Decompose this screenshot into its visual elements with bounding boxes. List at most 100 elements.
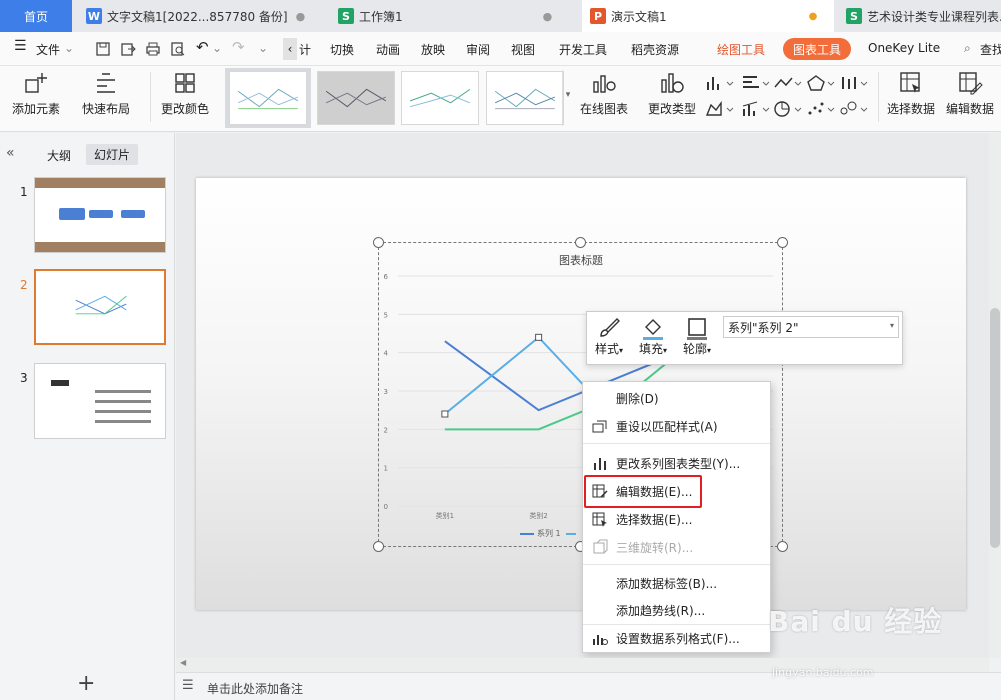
- tab-presentation1[interactable]: P 演示文稿1 ●: [582, 0, 834, 32]
- scroll-left-icon[interactable]: ◀: [180, 658, 186, 667]
- quick-layout-button[interactable]: 快速布局: [82, 70, 130, 117]
- tab-home[interactable]: 首页: [0, 0, 72, 32]
- fill-bucket-icon: [643, 319, 664, 340]
- slides-tab[interactable]: 幻灯片: [86, 144, 139, 165]
- online-chart-icon: [593, 75, 616, 93]
- tab-course-list-label: 艺术设计类专业课程列表.xl: [867, 9, 1001, 24]
- y-tick-label: 0: [384, 503, 388, 511]
- chevron-down-icon[interactable]: ⌄: [212, 41, 222, 55]
- vertical-scrollbar[interactable]: [989, 133, 1001, 658]
- change-type-button[interactable]: 更改类型: [648, 70, 696, 117]
- change-series-type-label: 更改系列图表类型(Y)...: [616, 456, 741, 471]
- export-icon[interactable]: [120, 41, 136, 57]
- format-series-label: 设置数据系列格式(F)...: [616, 631, 740, 646]
- hamburger-icon[interactable]: ☰: [14, 38, 27, 54]
- slide-thumbnail-3[interactable]: [34, 363, 166, 439]
- menu-design[interactable]: 计: [299, 41, 311, 58]
- divider: [878, 72, 879, 122]
- scatter-chart-icon[interactable]: [806, 100, 836, 118]
- online-chart-button[interactable]: 在线图表: [580, 70, 628, 117]
- tab-document1[interactable]: W 文字文稿1[2022...857780 备份] ●: [78, 0, 326, 32]
- outline-label: 轮廓▾: [683, 342, 712, 356]
- collapse-panel-icon[interactable]: «: [6, 145, 15, 161]
- format-mini-toolbar: 样式▾ 填充▾ 轮廓▾ 系列"系列 2" ▾: [586, 311, 903, 365]
- combo-chart-icon[interactable]: [741, 100, 771, 118]
- line-chart-icon[interactable]: [773, 74, 803, 92]
- radar-chart-icon[interactable]: [806, 74, 836, 92]
- menu-onekey[interactable]: OneKey Lite: [868, 41, 940, 55]
- series-select[interactable]: 系列"系列 2" ▾: [723, 316, 899, 338]
- select-data-item[interactable]: 选择数据(E)...: [583, 506, 770, 532]
- outline-button[interactable]: 轮廓▾: [683, 316, 711, 357]
- thumb-line: [95, 410, 151, 413]
- add-element-button[interactable]: 添加元素: [12, 70, 60, 117]
- menu-view[interactable]: 视图: [511, 41, 535, 58]
- notes-placeholder: 单击此处添加备注: [207, 682, 304, 696]
- bubble-chart-icon[interactable]: [839, 100, 869, 118]
- chart-style-2[interactable]: [317, 71, 395, 125]
- chart-style-4[interactable]: [486, 71, 564, 125]
- fill-button[interactable]: 填充▾: [639, 316, 667, 357]
- tab-home-label: 首页: [23, 9, 48, 24]
- save-icon[interactable]: [95, 41, 111, 57]
- menu-docer[interactable]: 稻壳资源: [631, 41, 679, 58]
- quick-layout-icon: [97, 73, 115, 93]
- scrollbar-thumb[interactable]: [990, 308, 1000, 548]
- bar-chart-icon[interactable]: [741, 74, 771, 92]
- style-button[interactable]: 样式▾: [595, 316, 623, 357]
- outline-tab[interactable]: 大纲: [47, 147, 71, 164]
- pie-chart-icon[interactable]: [773, 100, 803, 118]
- change-type-icon: [661, 73, 684, 93]
- reset-style-icon: [592, 420, 607, 433]
- slide-thumbnail-2[interactable]: [34, 269, 166, 345]
- sheet-icon: S: [338, 8, 354, 24]
- more-icon[interactable]: ⌄: [258, 41, 268, 55]
- redo-icon[interactable]: ↷: [232, 38, 245, 56]
- stock-chart-icon[interactable]: [839, 74, 869, 92]
- select-data-label: 选择数据(E)...: [616, 512, 693, 527]
- column-chart-icon[interactable]: [705, 74, 735, 92]
- area-chart-icon[interactable]: [705, 100, 735, 118]
- chart-style-1[interactable]: [229, 71, 307, 125]
- add-slide-button[interactable]: +: [77, 671, 95, 696]
- print-icon[interactable]: [145, 41, 161, 57]
- print-preview-icon[interactable]: [170, 41, 186, 57]
- menu-animation[interactable]: 动画: [376, 41, 400, 58]
- menu-search[interactable]: 查找: [980, 41, 1001, 58]
- change-color-button[interactable]: 更改颜色: [161, 70, 209, 117]
- selected-point-marker[interactable]: [441, 410, 449, 418]
- add-data-labels-item[interactable]: 添加数据标签(B)...: [583, 570, 770, 596]
- change-color-icon: [175, 73, 195, 93]
- menu-transition[interactable]: 切换: [330, 41, 354, 58]
- gallery-more-icon[interactable]: ▾: [562, 70, 573, 126]
- close-icon[interactable]: ●: [543, 10, 553, 23]
- add-trendline-item[interactable]: 添加趋势线(R)...: [583, 597, 770, 623]
- brush-icon: [600, 318, 621, 337]
- menu-file[interactable]: 文件: [36, 41, 60, 58]
- change-series-type-item[interactable]: 更改系列图表类型(Y)...: [583, 450, 770, 476]
- format-series-item[interactable]: 设置数据系列格式(F)...: [583, 625, 770, 651]
- thumb-line: [95, 400, 151, 403]
- sheet-icon: S: [846, 8, 862, 24]
- select-data-icon: [900, 72, 920, 93]
- chart-style-3[interactable]: [401, 71, 479, 125]
- scroll-left-icon[interactable]: ‹: [283, 38, 297, 60]
- menu-review[interactable]: 审阅: [466, 41, 490, 58]
- reset-style-item[interactable]: 重设以匹配样式(A): [583, 413, 770, 439]
- menu-chart-tools[interactable]: 图表工具: [783, 38, 852, 60]
- close-icon[interactable]: ●: [296, 10, 306, 23]
- undo-icon[interactable]: ↶: [196, 38, 209, 56]
- menu-slideshow[interactable]: 放映: [421, 41, 445, 58]
- slide-thumbnail-1[interactable]: [34, 177, 166, 253]
- menu-drawing-tools[interactable]: 绘图工具: [717, 41, 765, 58]
- search-icon[interactable]: ⌕: [964, 41, 971, 56]
- select-data-button[interactable]: 选择数据: [887, 70, 935, 117]
- tab-workbook1[interactable]: S 工作簿1 ●: [330, 0, 578, 32]
- selected-point-marker[interactable]: [535, 333, 543, 341]
- delete-item[interactable]: 删除(D): [583, 385, 770, 411]
- tab-course-list[interactable]: S 艺术设计类专业课程列表.xl: [838, 0, 1001, 32]
- menu-developer[interactable]: 开发工具: [559, 41, 607, 58]
- notes-bar[interactable]: ☰ 单击此处添加备注: [176, 672, 1001, 700]
- chevron-down-icon[interactable]: ⌄: [64, 41, 74, 55]
- edit-data-button[interactable]: 编辑数据: [946, 70, 994, 117]
